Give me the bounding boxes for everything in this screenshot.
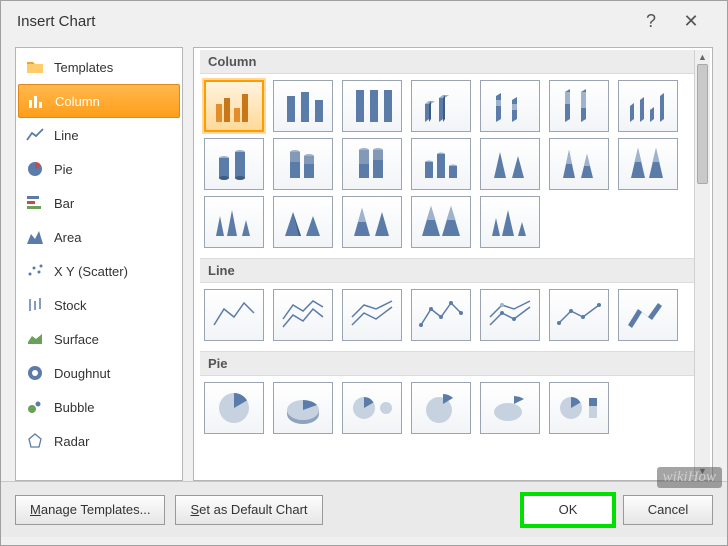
sidebar-item-label: Line xyxy=(54,128,79,143)
chart-type-stacked-line-markers[interactable] xyxy=(480,289,540,341)
sidebar-item-label: Radar xyxy=(54,434,89,449)
bubble-icon xyxy=(26,398,44,416)
sidebar-item-pie[interactable]: Pie xyxy=(18,152,180,186)
sidebar-item-label: Bubble xyxy=(54,400,94,415)
chart-type-cone-100-stacked[interactable] xyxy=(618,138,678,190)
chart-type-line[interactable] xyxy=(204,289,264,341)
sidebar-item-bubble[interactable]: Bubble xyxy=(18,390,180,424)
surface-icon xyxy=(26,330,44,348)
chart-type-3d-100-stacked-column[interactable] xyxy=(549,80,609,132)
sidebar-item-bar[interactable]: Bar xyxy=(18,186,180,220)
sidebar-item-label: Area xyxy=(54,230,81,245)
insert-chart-dialog: Insert Chart ? ✕ Templates Column Line P… xyxy=(0,0,728,546)
scroll-thumb[interactable] xyxy=(697,64,708,184)
chart-type-3d-cone[interactable] xyxy=(204,196,264,248)
bar-icon xyxy=(26,194,44,212)
gallery-section-column: Column xyxy=(200,50,694,74)
sidebar-item-line[interactable]: Line xyxy=(18,118,180,152)
chart-type-3d-clustered-column[interactable] xyxy=(411,80,471,132)
sidebar-item-label: Pie xyxy=(54,162,73,177)
chart-type-pie-of-pie[interactable] xyxy=(342,382,402,434)
set-as-default-chart-button[interactable]: Set as Default Chart xyxy=(175,495,322,525)
chart-type-cylinder-clustered[interactable] xyxy=(204,138,264,190)
chart-type-exploded-pie[interactable] xyxy=(411,382,471,434)
sidebar-item-label: Bar xyxy=(54,196,74,211)
column-icon xyxy=(27,92,45,110)
dialog-title: Insert Chart xyxy=(17,13,631,30)
sidebar-item-scatter[interactable]: X Y (Scatter) xyxy=(18,254,180,288)
area-icon xyxy=(26,228,44,246)
chart-type-line-markers[interactable] xyxy=(411,289,471,341)
sidebar-item-doughnut[interactable]: Doughnut xyxy=(18,356,180,390)
sidebar-item-label: Doughnut xyxy=(54,366,110,381)
chart-type-stacked-column[interactable] xyxy=(273,80,333,132)
chart-type-100-stacked-line-markers[interactable] xyxy=(549,289,609,341)
chart-type-3d-line[interactable] xyxy=(618,289,678,341)
chart-type-3d-pie[interactable] xyxy=(273,382,333,434)
sidebar-item-column[interactable]: Column xyxy=(18,84,180,118)
chart-type-cone-stacked[interactable] xyxy=(549,138,609,190)
gallery-row xyxy=(200,382,698,440)
gallery-row xyxy=(200,80,698,138)
scroll-down-icon[interactable]: ▼ xyxy=(695,464,710,478)
gallery-row xyxy=(200,196,698,254)
sidebar-item-stock[interactable]: Stock xyxy=(18,288,180,322)
chart-type-exploded-3d-pie[interactable] xyxy=(480,382,540,434)
help-button[interactable]: ? xyxy=(631,11,671,32)
doughnut-icon xyxy=(26,364,44,382)
sidebar-item-radar[interactable]: Radar xyxy=(18,424,180,458)
manage-templates-button[interactable]: Manage Templates... xyxy=(15,495,165,525)
scatter-icon xyxy=(26,262,44,280)
pie-icon xyxy=(26,160,44,178)
dialog-footer: Manage Templates... Set as Default Chart… xyxy=(1,481,727,537)
chart-type-pyramid-clustered[interactable] xyxy=(273,196,333,248)
sidebar-item-label: Surface xyxy=(54,332,99,347)
sidebar-item-area[interactable]: Area xyxy=(18,220,180,254)
gallery-section-pie: Pie xyxy=(200,351,694,376)
chart-type-bar-of-pie[interactable] xyxy=(549,382,609,434)
chart-type-3d-cylinder[interactable] xyxy=(411,138,471,190)
sidebar-item-label: Column xyxy=(55,94,100,109)
chart-gallery: Column xyxy=(193,47,713,481)
sidebar-item-label: Stock xyxy=(54,298,87,313)
chart-type-3d-column[interactable] xyxy=(618,80,678,132)
sidebar-item-label: X Y (Scatter) xyxy=(54,264,128,279)
chart-type-clustered-column[interactable] xyxy=(204,80,264,132)
sidebar-item-label: Templates xyxy=(54,60,113,75)
chart-category-list: Templates Column Line Pie Bar Area xyxy=(15,47,183,481)
stock-icon xyxy=(26,296,44,314)
chart-type-3d-pyramid[interactable] xyxy=(480,196,540,248)
chart-type-cone-clustered[interactable] xyxy=(480,138,540,190)
chart-type-3d-stacked-column[interactable] xyxy=(480,80,540,132)
chart-type-100-stacked-column[interactable] xyxy=(342,80,402,132)
scroll-up-icon[interactable]: ▲ xyxy=(695,50,710,64)
chart-type-pie[interactable] xyxy=(204,382,264,434)
gallery-row xyxy=(200,289,698,347)
chart-type-cylinder-stacked[interactable] xyxy=(273,138,333,190)
chart-type-pyramid-100-stacked[interactable] xyxy=(411,196,471,248)
cancel-button[interactable]: Cancel xyxy=(623,495,713,525)
sidebar-item-surface[interactable]: Surface xyxy=(18,322,180,356)
close-button[interactable]: ✕ xyxy=(671,11,711,32)
dialog-body: Templates Column Line Pie Bar Area xyxy=(1,41,727,481)
chart-type-pyramid-stacked[interactable] xyxy=(342,196,402,248)
titlebar: Insert Chart ? ✕ xyxy=(1,1,727,41)
gallery-section-line: Line xyxy=(200,258,694,283)
ok-button[interactable]: OK xyxy=(523,495,613,525)
folder-icon xyxy=(26,58,44,76)
line-icon xyxy=(26,126,44,144)
gallery-scroll-area: Column xyxy=(194,48,712,480)
gallery-row xyxy=(200,138,698,196)
radar-icon xyxy=(26,432,44,450)
chart-type-cylinder-100-stacked[interactable] xyxy=(342,138,402,190)
chart-type-stacked-line[interactable] xyxy=(273,289,333,341)
gallery-scrollbar[interactable]: ▲ ▼ xyxy=(694,50,710,478)
chart-type-100-stacked-line[interactable] xyxy=(342,289,402,341)
sidebar-item-templates[interactable]: Templates xyxy=(18,50,180,84)
